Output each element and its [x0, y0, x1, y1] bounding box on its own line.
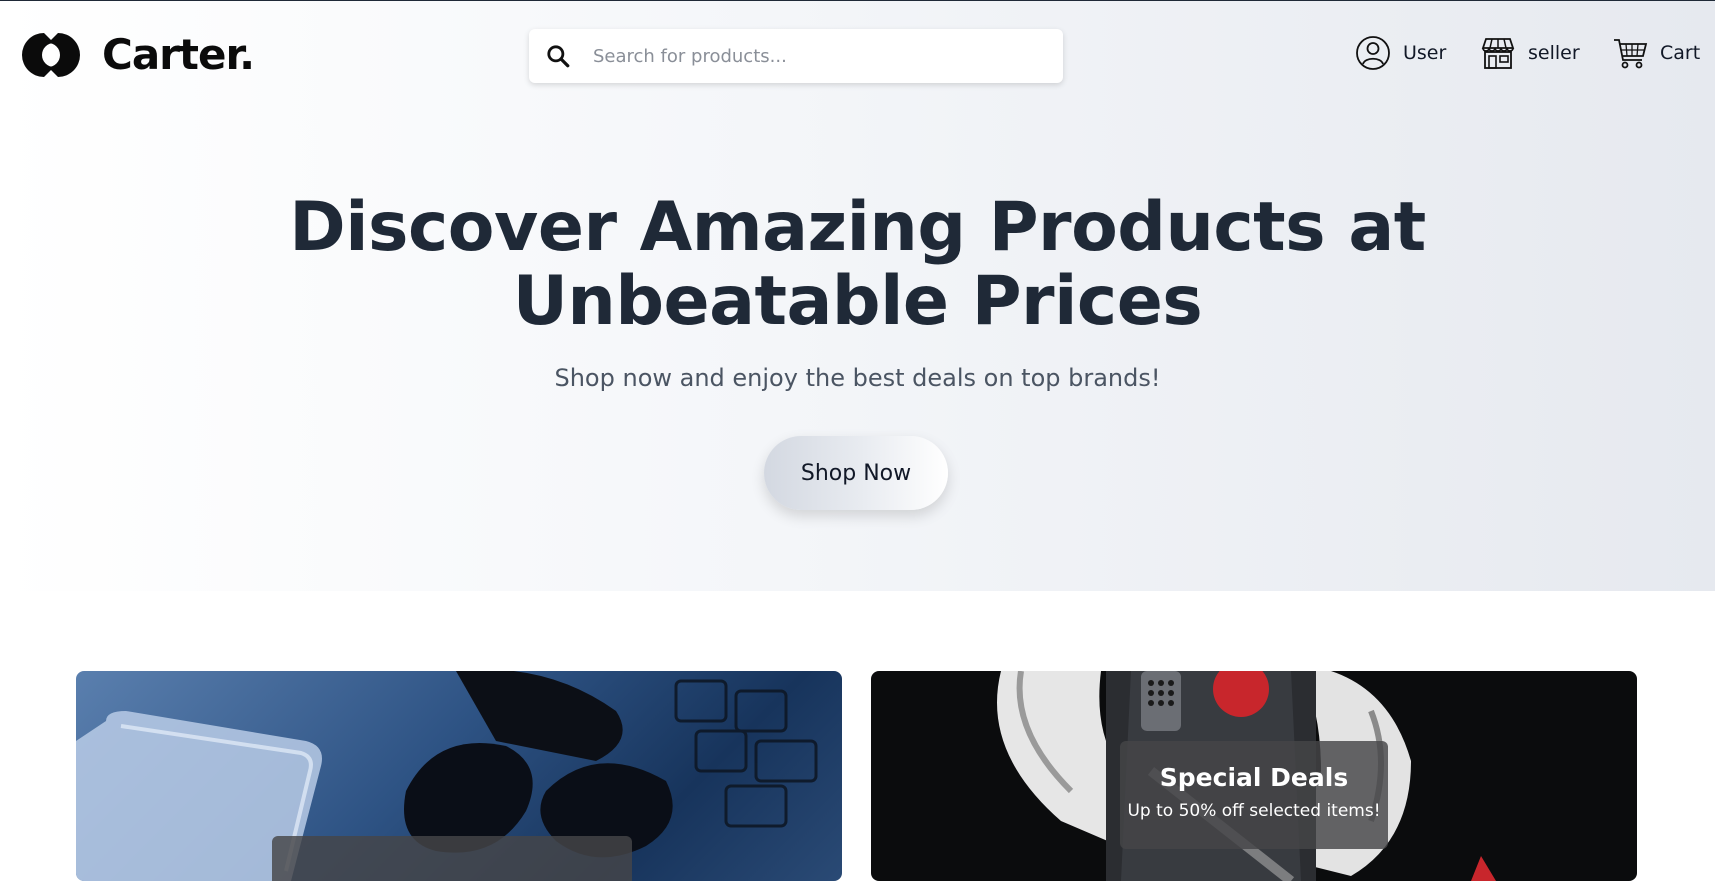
promo-card-2-overlay: Special Deals Up to 50% off selected ite…	[1120, 741, 1388, 849]
cart-icon	[1614, 39, 1648, 69]
site-header: Carter. User seller	[0, 1, 1715, 111]
nav-user-label: User	[1403, 42, 1447, 64]
promo-card-1-title	[272, 836, 632, 864]
brand-name: Carter.	[102, 30, 255, 79]
nav-user[interactable]: User	[1355, 35, 1446, 71]
hero-subtitle: Shop now and enjoy the best deals on top…	[554, 364, 1161, 392]
promo-card-1-overlay	[272, 836, 632, 881]
hero-title: Discover Amazing Products at Unbeatable …	[0, 191, 1715, 339]
store-icon	[1481, 38, 1515, 69]
promo-card-2-title: Special Deals	[1159, 763, 1349, 792]
brand-logo[interactable]: Carter.	[14, 27, 255, 83]
promo-card-2-subtitle: Up to 50% off selected items!	[1127, 801, 1381, 821]
shop-now-button[interactable]: Shop Now	[764, 436, 948, 510]
search-icon[interactable]	[545, 43, 571, 69]
nav-cart-label: Cart	[1660, 42, 1701, 64]
search-input[interactable]	[591, 35, 1063, 77]
carter-logo-icon	[22, 33, 80, 77]
user-icon	[1356, 36, 1390, 70]
search-bar	[529, 29, 1063, 83]
nav-seller[interactable]: seller	[1480, 35, 1580, 71]
promo-card-earbuds[interactable]	[76, 671, 842, 881]
nav-cart[interactable]: Cart	[1612, 35, 1700, 71]
promo-card-special-deals[interactable]: Special Deals Up to 50% off selected ite…	[871, 671, 1637, 881]
nav-seller-label: seller	[1528, 42, 1580, 64]
hero-title-line-1: Discover Amazing Products at	[289, 188, 1426, 267]
hero-title-line-2: Unbeatable Prices	[512, 262, 1203, 341]
